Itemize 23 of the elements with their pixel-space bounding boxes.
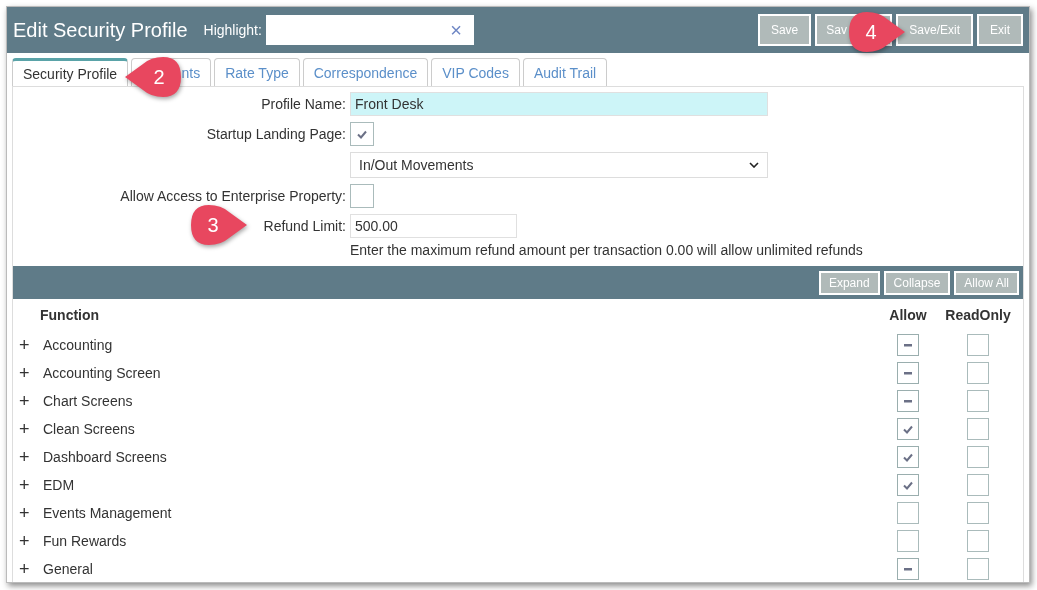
column-header: Allow bbox=[889, 306, 927, 325]
function-name: Fun Rewards bbox=[43, 533, 127, 549]
callout-tooltip: 2 bbox=[123, 56, 181, 98]
field-label: Refund Limit: bbox=[263, 218, 346, 234]
window-title: Edit Security Profile bbox=[13, 18, 188, 42]
field-label: Profile Name: bbox=[261, 96, 346, 112]
callout-tooltip: 3 bbox=[191, 204, 249, 246]
function-name: Clean Screens bbox=[43, 421, 135, 437]
field-label: Startup Landing Page: bbox=[206, 126, 346, 142]
function-name: EDM bbox=[43, 477, 75, 493]
field-label: Highlight: bbox=[203, 22, 262, 38]
function-name: Accounting bbox=[43, 337, 113, 353]
function-name: General bbox=[43, 561, 93, 577]
function-name: Events Management bbox=[43, 505, 172, 521]
function-name: Chart Screens bbox=[43, 393, 133, 409]
function-name: Accounting Screen bbox=[43, 365, 161, 381]
field-label: Allow Access to Enterprise Property: bbox=[120, 188, 346, 204]
hint-text: Enter the maximum refund amount per transaction 0.00 will allow unlimited refunds bbox=[350, 242, 863, 258]
dropdown-value: In/Out Movements bbox=[359, 157, 474, 173]
column-header: Function bbox=[39, 306, 101, 325]
column-header: ReadOnly bbox=[945, 306, 1011, 325]
function-name: Dashboard Screens bbox=[43, 449, 167, 465]
callout-tooltip: 4 bbox=[849, 11, 907, 53]
